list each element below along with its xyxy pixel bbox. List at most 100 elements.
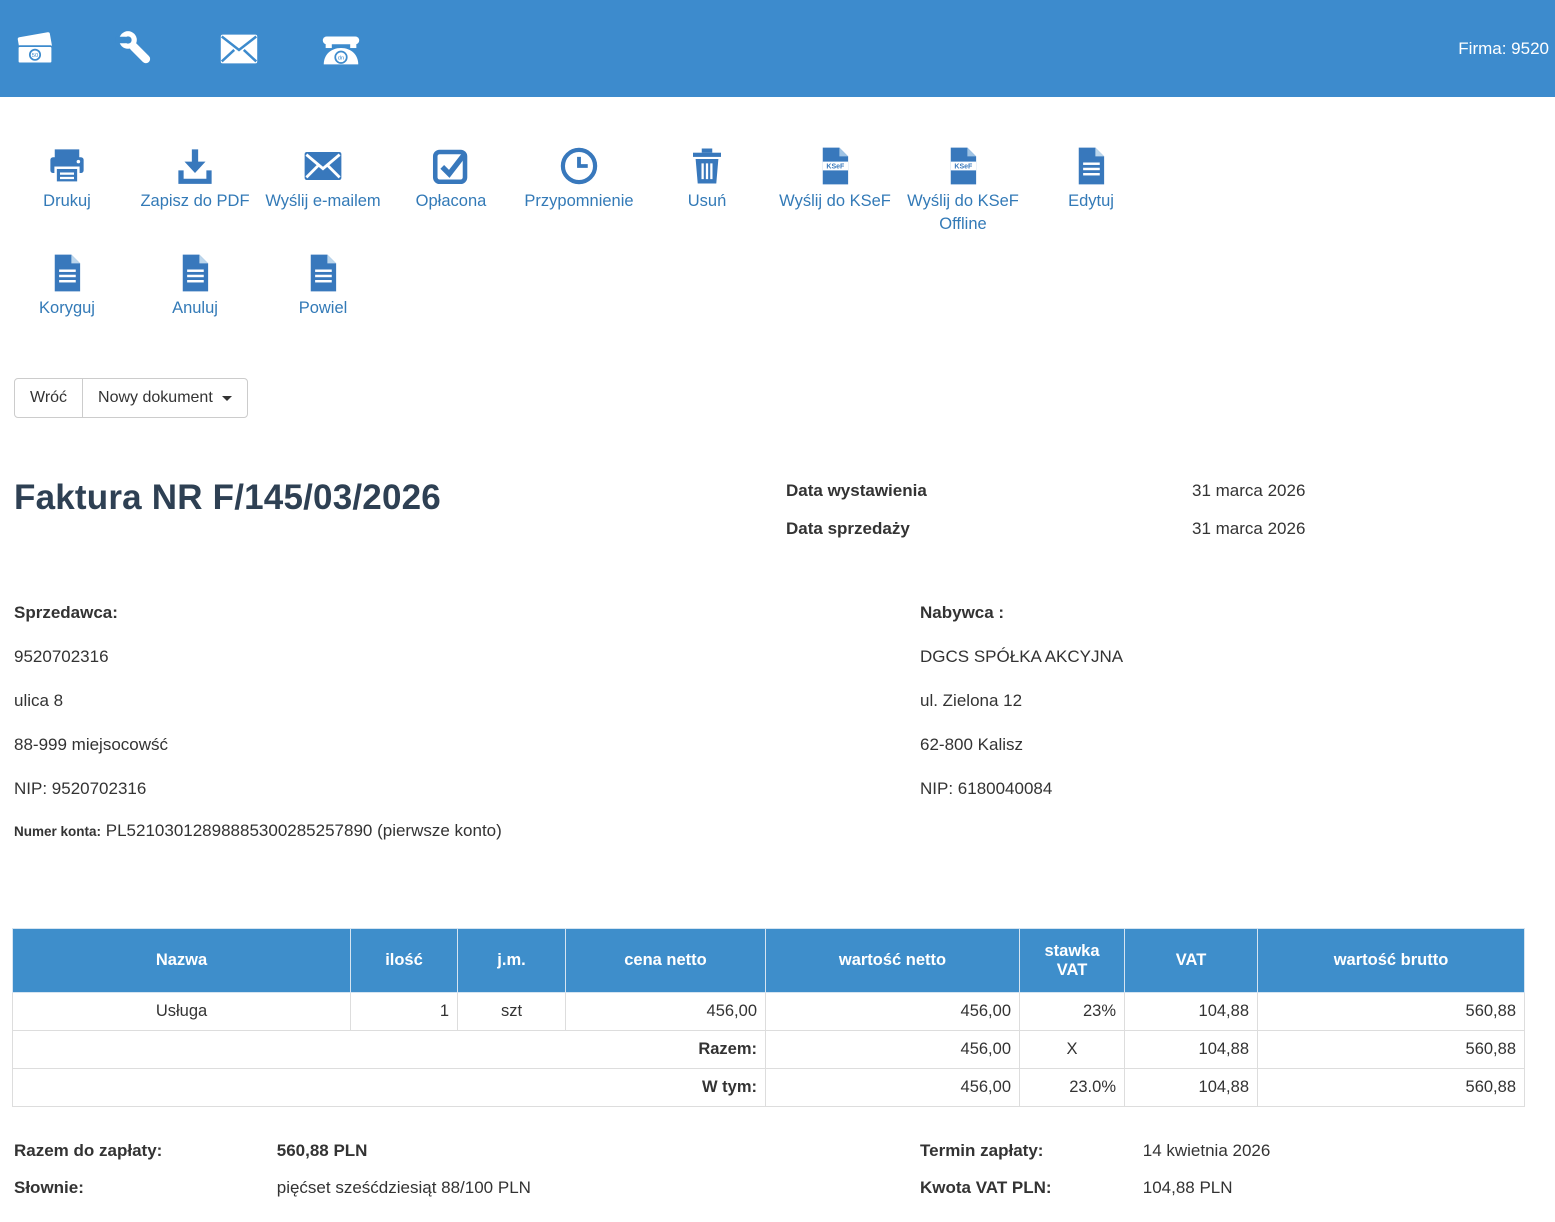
- document-icon: [174, 252, 216, 294]
- total-row: Razem: 456,00 X 104,88 560,88: [13, 1031, 1525, 1069]
- document-icon: [1070, 145, 1112, 187]
- item-name: Usługa: [13, 993, 351, 1031]
- breakdown-vat-rate: 23.0%: [1020, 1069, 1125, 1107]
- header-vat-rate: stawka VAT: [1020, 929, 1125, 993]
- duplicate-label: Powiel: [299, 297, 348, 320]
- item-unit: szt: [458, 993, 566, 1031]
- ksef-file-icon: KSeF: [814, 145, 856, 187]
- parties-section: Sprzedawca: 9520702316 ulica 8 88-999 mi…: [14, 601, 1541, 864]
- header-qty: ilość: [351, 929, 458, 993]
- wrench-icon: [114, 26, 160, 72]
- back-button[interactable]: Wróć: [14, 378, 83, 418]
- due-date-value: 14 kwietnia 2026: [1143, 1141, 1271, 1160]
- issue-date-value: 31 marca 2026: [1192, 481, 1305, 501]
- seller-street: ulica 8: [14, 689, 920, 712]
- cancel-document-button[interactable]: Anuluj: [134, 252, 256, 320]
- banknotes-icon: 50: [12, 26, 58, 72]
- total-row-label: Razem:: [13, 1031, 766, 1069]
- nav-contact-link[interactable]: dn: [318, 26, 364, 72]
- trash-icon: [686, 145, 728, 187]
- duplicate-button[interactable]: Powiel: [262, 252, 384, 320]
- new-document-label: Nowy dokument: [98, 389, 213, 407]
- table-header-row: Nazwa ilość j.m. cena netto wartość nett…: [13, 929, 1525, 993]
- buyer-city: 62-800 Kalisz: [920, 733, 1123, 756]
- total-net-value: 456,00: [766, 1031, 1020, 1069]
- buyer-street: ul. Zielona 12: [920, 689, 1123, 712]
- reminder-button[interactable]: Przypomnienie: [518, 145, 640, 213]
- seller-account: Numer konta: PL5210301289888530028525789…: [14, 819, 604, 843]
- document-toolbar: Drukuj Zapisz do PDF Wyślij e-mailem Opł…: [0, 97, 1555, 320]
- toolbar-row-1: Drukuj Zapisz do PDF Wyślij e-mailem Opł…: [6, 145, 1555, 236]
- navigation-buttons: Wróć Nowy dokument: [14, 378, 1555, 418]
- total-due-value: 560,88 PLN: [277, 1141, 368, 1160]
- header-net-value: wartość netto: [766, 929, 1020, 993]
- print-button[interactable]: Drukuj: [6, 145, 128, 213]
- document-icon: [46, 252, 88, 294]
- send-email-label: Wyślij e-mailem: [265, 190, 380, 213]
- issue-date-row: Data wystawienia 31 marca 2026: [786, 481, 1305, 501]
- save-pdf-label: Zapisz do PDF: [140, 190, 249, 213]
- document-icon: [302, 252, 344, 294]
- sale-date-row: Data sprzedaży 31 marca 2026: [786, 519, 1305, 539]
- breakdown-net-value: 456,00: [766, 1069, 1020, 1107]
- vat-amount-pair: Kwota VAT PLN: 104,88 PLN: [920, 1178, 1233, 1198]
- item-net-value: 456,00: [766, 993, 1020, 1031]
- delete-button[interactable]: Usuń: [646, 145, 768, 213]
- issue-date-label: Data wystawienia: [786, 481, 1192, 501]
- edit-button[interactable]: Edytuj: [1030, 145, 1152, 213]
- send-ksef-button[interactable]: KSeF Wyślij do KSeF: [774, 145, 896, 213]
- amount-in-words-value: pięćset sześćdziesiąt 88/100 PLN: [277, 1178, 531, 1197]
- clock-icon: [558, 145, 600, 187]
- item-vat: 104,88: [1125, 993, 1258, 1031]
- seller-nip: NIP: 9520702316: [14, 777, 920, 800]
- breakdown-row: W tym: 456,00 23.0% 104,88 560,88: [13, 1069, 1525, 1107]
- due-date-label: Termin zapłaty:: [920, 1141, 1138, 1161]
- mark-paid-button[interactable]: Opłacona: [390, 145, 512, 213]
- cancel-document-label: Anuluj: [172, 297, 218, 320]
- edit-label: Edytuj: [1068, 190, 1114, 213]
- buyer-heading: Nabywca :: [920, 601, 1123, 624]
- total-vat-rate: X: [1020, 1031, 1125, 1069]
- total-vat: 104,88: [1125, 1031, 1258, 1069]
- send-email-button[interactable]: Wyślij e-mailem: [262, 145, 384, 213]
- sale-date-value: 31 marca 2026: [1192, 519, 1305, 539]
- seller-name: 9520702316: [14, 645, 920, 668]
- send-ksef-offline-label: Wyślij do KSeF Offline: [902, 190, 1024, 236]
- header-net-price: cena netto: [566, 929, 766, 993]
- sale-date-label: Data sprzedaży: [786, 519, 1192, 539]
- nav-invoices-link[interactable]: 50: [12, 26, 58, 72]
- firma-label: Firma: 9520: [1458, 39, 1549, 59]
- new-document-dropdown[interactable]: Nowy dokument: [82, 378, 248, 418]
- document-header: Faktura NR F/145/03/2026 Data wystawieni…: [14, 478, 1541, 557]
- breakdown-gross: 560,88: [1258, 1069, 1525, 1107]
- toolbar-row-2: Koryguj Anuluj Powiel: [6, 252, 1555, 320]
- item-qty: 1: [351, 993, 458, 1031]
- save-pdf-button[interactable]: Zapisz do PDF: [134, 145, 256, 213]
- total-due-label: Razem do zapłaty:: [14, 1141, 272, 1161]
- seller-heading: Sprzedawca:: [14, 601, 920, 624]
- nav-settings-link[interactable]: [114, 26, 160, 72]
- correct-button[interactable]: Koryguj: [6, 252, 128, 320]
- send-ksef-offline-button[interactable]: KSeF Wyślij do KSeF Offline: [902, 145, 1024, 236]
- mail-icon: [216, 26, 262, 72]
- account-number-label: Numer konta:: [14, 824, 101, 839]
- breakdown-vat: 104,88: [1125, 1069, 1258, 1107]
- vat-amount-value: 104,88 PLN: [1143, 1178, 1233, 1197]
- payment-summary: Razem do zapłaty: 560,88 PLN Termin zapł…: [14, 1141, 1541, 1200]
- printer-icon: [46, 145, 88, 187]
- header-gross-value: wartość brutto: [1258, 929, 1525, 993]
- print-label: Drukuj: [43, 190, 91, 213]
- invoice-items-table: Nazwa ilość j.m. cena netto wartość nett…: [12, 928, 1525, 1107]
- summary-row-1: Razem do zapłaty: 560,88 PLN Termin zapł…: [14, 1141, 1541, 1163]
- nav-mail-link[interactable]: [216, 26, 262, 72]
- breakdown-row-label: W tym:: [13, 1069, 766, 1107]
- seller-city: 88-999 miejsocowść: [14, 733, 920, 756]
- invoice-dates: Data wystawienia 31 marca 2026 Data sprz…: [786, 478, 1305, 557]
- buyer-nip: NIP: 6180040084: [920, 777, 1123, 800]
- header-unit: j.m.: [458, 929, 566, 993]
- due-date-pair: Termin zapłaty: 14 kwietnia 2026: [920, 1141, 1270, 1161]
- svg-text:dn: dn: [338, 55, 344, 61]
- envelope-icon: [302, 145, 344, 187]
- download-icon: [174, 145, 216, 187]
- seller-block: Sprzedawca: 9520702316 ulica 8 88-999 mi…: [14, 601, 920, 864]
